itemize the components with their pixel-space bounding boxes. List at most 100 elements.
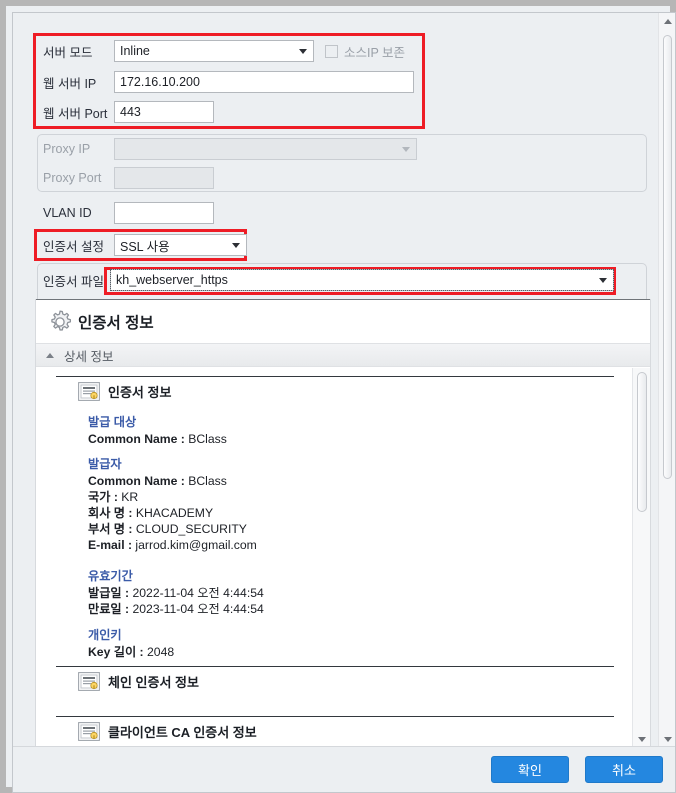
chevron-down-icon bbox=[232, 243, 240, 248]
field-row-vlan-id: VLAN ID bbox=[43, 202, 214, 224]
field-row-web-server-ip: 웹 서버 IP 172.16.10.200 bbox=[43, 71, 414, 93]
chevron-up-icon bbox=[46, 352, 54, 358]
vlan-id-input[interactable] bbox=[114, 202, 214, 224]
detail-key: Common Name bbox=[88, 474, 178, 488]
field-row-cert-file: 인증서 파일 kh_webserver_https bbox=[43, 269, 614, 291]
certificate-detail-body: 인증서 정보 발급 대상 Common Name : BClass 발급자 Co… bbox=[36, 368, 634, 747]
detail-value: KR bbox=[121, 490, 139, 504]
server-mode-value: Inline bbox=[120, 44, 150, 58]
detail-validity-title: 유효기간 bbox=[88, 569, 133, 583]
detail-value: BClass bbox=[188, 474, 227, 488]
detail-value: 2022-11-04 오전 4:44:54 bbox=[132, 586, 264, 600]
section-certificate-info[interactable]: 인증서 정보 bbox=[36, 376, 634, 406]
detail-value: KHACADEMY bbox=[135, 506, 214, 520]
detail-value: jarrod.kim@gmail.com bbox=[135, 538, 257, 552]
server-mode-dropdown[interactable]: Inline bbox=[114, 40, 314, 62]
cert-file-value: kh_webserver_https bbox=[116, 273, 228, 287]
detail-subject: 발급 대상 Common Name : BClass bbox=[88, 414, 227, 447]
detail-key: 부서 명 bbox=[88, 522, 126, 536]
cert-file-dropdown[interactable]: kh_webserver_https bbox=[110, 269, 614, 291]
field-row-proxy-port: Proxy Port bbox=[43, 167, 214, 189]
chevron-down-icon bbox=[599, 278, 607, 283]
chevron-down-icon bbox=[299, 49, 307, 54]
field-row-cert-setting: 인증서 설정 SSL 사용 bbox=[43, 234, 247, 256]
certificate-panel-scrollbar[interactable] bbox=[632, 368, 650, 747]
dialog-footer: 확인 취소 bbox=[13, 746, 675, 792]
detail-key: 만료일 bbox=[88, 602, 122, 616]
detail-private-key: 개인키 Key 길이 : 2048 bbox=[88, 627, 174, 660]
certificate-info-panel: 인증서 정보 상세 정보 인증서 정보 발급 대상 Common Name: … bbox=[35, 299, 651, 748]
cancel-button[interactable]: 취소 bbox=[585, 756, 663, 783]
certificate-info-header: 인증서 정보 bbox=[36, 299, 650, 343]
detail-key: Common Name bbox=[88, 432, 178, 446]
web-server-ip-input[interactable]: 172.16.10.200 bbox=[114, 71, 414, 93]
detail-key: 회사 명 bbox=[88, 506, 126, 520]
detail-key: Key 길이 bbox=[88, 645, 137, 659]
proxy-port-input bbox=[114, 167, 214, 189]
detail-line: 만료일 : 2023-11-04 오전 4:44:54 bbox=[88, 602, 264, 616]
section-label: 클라이언트 CA 인증서 정보 bbox=[108, 725, 257, 740]
field-row-server-mode: 서버 모드 Inline 소스IP 보존 bbox=[43, 40, 405, 62]
label-cert-file: 인증서 파일 bbox=[43, 274, 104, 289]
cert-setting-dropdown[interactable]: SSL 사용 bbox=[114, 234, 247, 256]
detail-validity: 유효기간 발급일 : 2022-11-04 오전 4:44:54 만료일 : 2… bbox=[88, 568, 264, 617]
detail-line: Key 길이 : 2048 bbox=[88, 645, 175, 659]
web-server-ip-value: 172.16.10.200 bbox=[120, 75, 200, 89]
detail-value: 2048 bbox=[147, 645, 175, 659]
checkbox-box-icon bbox=[325, 44, 338, 58]
web-server-port-value: 443 bbox=[120, 105, 141, 119]
triangle-up-icon bbox=[663, 19, 672, 24]
scroll-up-button[interactable] bbox=[659, 13, 675, 30]
label-proxy-port: Proxy Port bbox=[43, 171, 102, 185]
chevron-down-icon bbox=[402, 147, 410, 152]
field-row-web-server-port: 웹 서버 Port 443 bbox=[43, 101, 214, 123]
scroll-down-button[interactable] bbox=[633, 732, 650, 746]
cert-setting-value: SSL 사용 bbox=[120, 239, 170, 254]
detail-line: 회사 명 : KHACADEMY bbox=[88, 506, 214, 520]
label-vlan-id: VLAN ID bbox=[43, 206, 92, 220]
detail-line: Common Name : BClass bbox=[88, 432, 227, 446]
detail-info-expander[interactable]: 상세 정보 bbox=[36, 343, 650, 367]
section-chain-certificate-info[interactable]: 체인 인증서 정보 bbox=[36, 666, 634, 696]
detail-subject-title: 발급 대상 bbox=[88, 415, 137, 429]
certificate-icon bbox=[78, 722, 100, 741]
triangle-down-icon bbox=[638, 736, 646, 742]
section-label: 체인 인증서 정보 bbox=[108, 675, 199, 690]
label-preserve-source-ip: 소스IP 보존 bbox=[344, 45, 406, 60]
detail-issuer: 발급자 Common Name : BClass 국가 : KR 회사 명 : … bbox=[88, 456, 257, 553]
detail-line: E-mail : jarrod.kim@gmail.com bbox=[88, 538, 257, 552]
certificate-info-title: 인증서 정보 bbox=[78, 314, 154, 332]
detail-value: CLOUD_SECURITY bbox=[135, 522, 247, 536]
detail-key: 국가 bbox=[88, 490, 111, 504]
label-server-mode: 서버 모드 bbox=[43, 45, 93, 60]
detail-line: 국가 : KR bbox=[88, 490, 139, 504]
ok-button[interactable]: 확인 bbox=[491, 756, 569, 783]
gear-icon bbox=[51, 310, 71, 331]
label-web-server-ip: 웹 서버 IP bbox=[43, 76, 97, 91]
web-server-port-input[interactable]: 443 bbox=[114, 101, 214, 123]
detail-value: 2023-11-04 오전 4:44:54 bbox=[132, 602, 264, 616]
preserve-source-ip-checkbox: 소스IP 보존 bbox=[325, 42, 405, 61]
detail-key: 발급일 bbox=[88, 586, 122, 600]
section-client-ca-certificate-info[interactable]: 클라이언트 CA 인증서 정보 bbox=[36, 716, 634, 746]
scrollbar-thumb[interactable] bbox=[637, 372, 647, 512]
detail-private-key-title: 개인키 bbox=[88, 628, 122, 642]
section-label: 인증서 정보 bbox=[108, 385, 172, 400]
detail-key: E-mail bbox=[88, 538, 125, 552]
certificate-icon bbox=[78, 382, 100, 401]
scrollbar-thumb[interactable] bbox=[663, 35, 672, 479]
label-web-server-port: 웹 서버 Port bbox=[43, 106, 108, 121]
detail-line: Common Name : BClass bbox=[88, 474, 227, 488]
label-cert-setting: 인증서 설정 bbox=[43, 239, 104, 254]
field-row-proxy-ip: Proxy IP bbox=[43, 138, 417, 160]
dialog-window: 서버 모드 Inline 소스IP 보존 웹 서버 IP 172.16.10.2… bbox=[0, 0, 676, 793]
dialog-vertical-scrollbar[interactable] bbox=[658, 13, 675, 748]
dialog-client-area: 서버 모드 Inline 소스IP 보존 웹 서버 IP 172.16.10.2… bbox=[12, 12, 676, 793]
settings-scroll-region: 서버 모드 Inline 소스IP 보존 웹 서버 IP 172.16.10.2… bbox=[13, 13, 675, 748]
proxy-ip-dropdown bbox=[114, 138, 417, 160]
triangle-down-icon bbox=[663, 737, 672, 742]
detail-line: 부서 명 : CLOUD_SECURITY bbox=[88, 522, 247, 536]
detail-info-label: 상세 정보 bbox=[64, 349, 114, 364]
detail-line: 발급일 : 2022-11-04 오전 4:44:54 bbox=[88, 586, 264, 600]
label-proxy-ip: Proxy IP bbox=[43, 142, 91, 156]
